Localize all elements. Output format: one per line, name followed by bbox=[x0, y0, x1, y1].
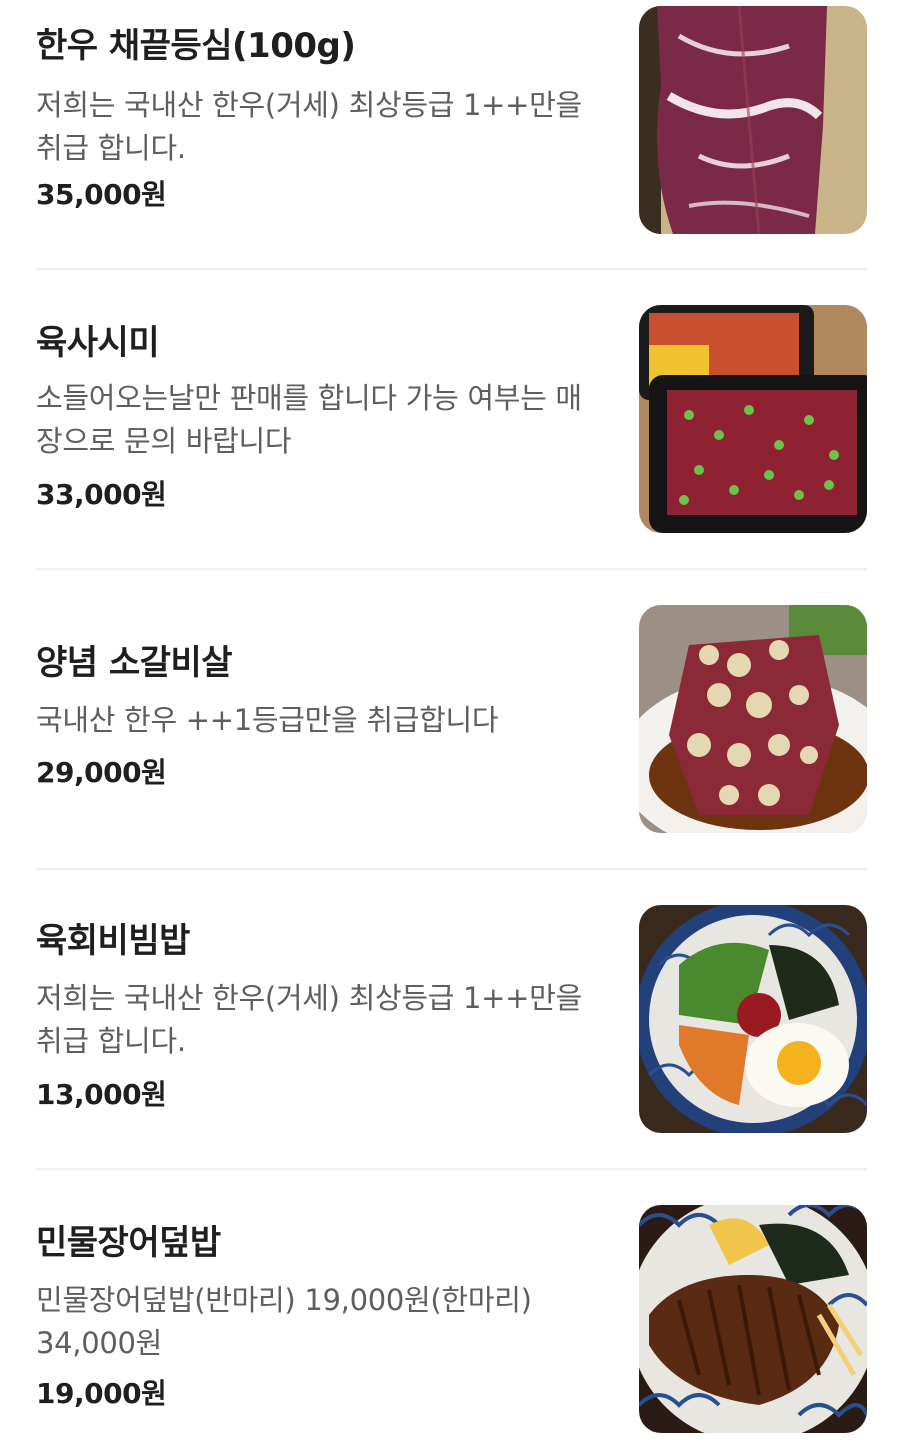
menu-item-yukhoe-bibimbap[interactable]: 육회비빔밥 저희는 국내산 한우(거세) 최상등급 1++만을 취급 합니다. … bbox=[36, 905, 867, 1133]
menu-item-sirloin[interactable]: 한우 채끝등심(100g) 저희는 국내산 한우(거세) 최상등급 1++만을 … bbox=[36, 6, 867, 234]
menu-item-price: 29,000원 bbox=[36, 756, 167, 789]
menu-item-name: 양념 소갈비살 bbox=[36, 643, 233, 683]
yukhoe-bibimbap-photo[interactable] bbox=[639, 905, 867, 1133]
menu-item-price: 19,000원 bbox=[36, 1377, 167, 1410]
menu-item-name: 민물장어덮밥 bbox=[36, 1223, 221, 1263]
menu-item-price: 13,000원 bbox=[36, 1078, 167, 1111]
menu-item-price: 33,000원 bbox=[36, 478, 167, 511]
divider bbox=[36, 1168, 867, 1170]
menu-item-name: 육회비빔밥 bbox=[36, 921, 190, 961]
menu-item-eel-rice-bowl[interactable]: 민물장어덮밥 민물장어덮밥(반마리) 19,000원(한마리) 34,000원 … bbox=[36, 1205, 867, 1433]
menu-item-galbisal[interactable]: 양념 소갈비살 국내산 한우 ++1등급만을 취급합니다 29,000원 bbox=[36, 605, 867, 833]
menu-item-description: 저희는 국내산 한우(거세) 최상등급 1++만을 취급 합니다. bbox=[36, 981, 582, 1058]
menu-list: 한우 채끝등심(100g) 저희는 국내산 한우(거세) 최상등급 1++만을 … bbox=[0, 0, 900, 1449]
menu-item-description: 저희는 국내산 한우(거세) 최상등급 1++만을 취급 합니다. bbox=[36, 88, 582, 165]
menu-item-yuksashimi[interactable]: 육사시미 소들어오는날만 판매를 합니다 가능 여부는 매장으로 문의 바랍니다… bbox=[36, 305, 867, 533]
menu-item-description: 국내산 한우 ++1등급만을 취급합니다 bbox=[36, 703, 499, 737]
divider bbox=[36, 268, 867, 270]
menu-item-name: 육사시미 bbox=[36, 323, 160, 363]
menu-item-name: 한우 채끝등심(100g) bbox=[36, 26, 356, 66]
divider bbox=[36, 868, 867, 870]
menu-item-price: 35,000원 bbox=[36, 178, 167, 211]
beef-sirloin-photo[interactable] bbox=[639, 6, 867, 234]
divider bbox=[36, 568, 867, 570]
raw-beef-sashimi-photo[interactable] bbox=[639, 305, 867, 533]
eel-rice-bowl-photo[interactable] bbox=[639, 1205, 867, 1433]
menu-item-description: 민물장어덮밥(반마리) 19,000원(한마리) 34,000원 bbox=[36, 1283, 532, 1360]
marinated-rib-photo[interactable] bbox=[639, 605, 867, 833]
menu-item-description: 소들어오는날만 판매를 합니다 가능 여부는 매장으로 문의 바랍니다 bbox=[36, 381, 582, 458]
